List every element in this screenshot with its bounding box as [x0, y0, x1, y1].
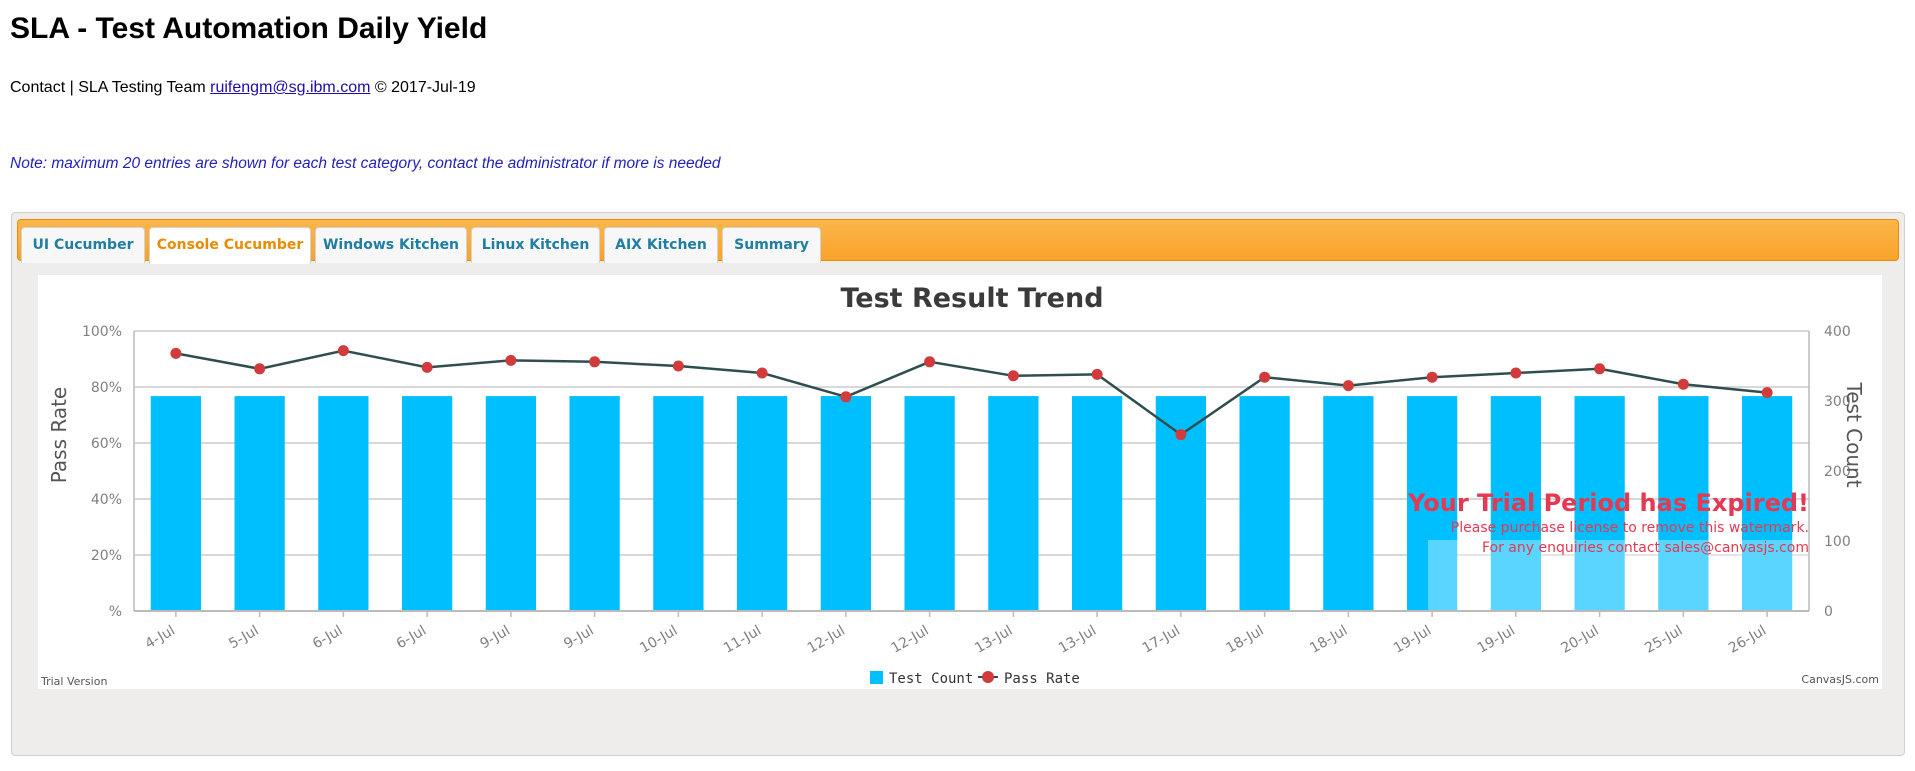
pass-rate-point: [672, 360, 684, 372]
y-tick-left: %: [109, 604, 122, 620]
x-tick-label: 13-Jul: [1056, 623, 1099, 657]
x-tick-label: 9-Jul: [561, 623, 596, 653]
y-tick-left: 20%: [91, 548, 122, 564]
pass-rate-point: [756, 367, 768, 379]
pass-rate-point: [1342, 380, 1354, 392]
watermark-line-1: Please purchase license to remove this w…: [1451, 520, 1809, 536]
pass-rate-point: [337, 345, 349, 357]
watermark-line-2: For any enquiries contact sales@canvasjs…: [1482, 540, 1809, 556]
x-tick-label: 9-Jul: [477, 623, 512, 653]
x-tick-label: 13-Jul: [972, 623, 1015, 657]
bar-test-count: [904, 396, 955, 611]
x-tick-label: 5-Jul: [226, 623, 261, 653]
bar-test-count: [569, 396, 620, 611]
page-title: SLA - Test Automation Daily Yield: [10, 12, 488, 45]
pass-rate-point: [1677, 378, 1689, 390]
canvasjs-credit[interactable]: CanvasJS.com: [1801, 673, 1879, 686]
y-tick-right: 400: [1824, 324, 1851, 340]
x-tick-label: 18-Jul: [1307, 623, 1350, 657]
x-tick-label: 10-Jul: [637, 623, 680, 657]
tab-ui-cucumber[interactable]: UI Cucumber: [21, 227, 145, 263]
x-tick-label: 18-Jul: [1224, 623, 1267, 657]
pass-rate-point: [1091, 368, 1103, 380]
y-tick-left: 100%: [82, 324, 122, 340]
y-tick-right: 100: [1824, 534, 1851, 550]
bar-test-count: [988, 396, 1039, 611]
y-tick-right: 0: [1824, 604, 1833, 620]
bar-test-count: [485, 396, 536, 611]
pass-rate-point: [421, 361, 433, 373]
x-tick-label: 25-Jul: [1642, 623, 1685, 657]
y-tick-left: 40%: [91, 492, 122, 508]
tab-bar: UI Cucumber Console Cucumber Windows Kit…: [17, 219, 1899, 264]
bar-test-count: [318, 396, 369, 611]
tab-summary[interactable]: Summary: [722, 227, 821, 263]
legend-pass-rate-marker: [982, 671, 994, 683]
y-axis-right-label: Test Count: [1842, 381, 1866, 487]
x-tick-label: 19-Jul: [1475, 623, 1518, 657]
x-tick-label: 6-Jul: [394, 623, 429, 653]
legend-test-count-swatch: [870, 671, 883, 684]
x-tick-label: 4-Jul: [142, 623, 177, 653]
bar-test-count: [737, 396, 788, 611]
x-tick-label: 12-Jul: [805, 623, 848, 657]
tab-linux-kitchen[interactable]: Linux Kitchen: [471, 227, 600, 263]
x-tick-label: 19-Jul: [1391, 623, 1434, 657]
y-axis-left-label: Pass Rate: [47, 387, 71, 483]
pass-rate-point: [924, 356, 936, 368]
bar-test-count: [234, 396, 285, 611]
x-tick-label: 26-Jul: [1726, 623, 1769, 657]
copyright-date: © 2017-Jul-19: [374, 79, 476, 96]
x-tick-label: 12-Jul: [889, 623, 932, 657]
tab-aix-kitchen[interactable]: AIX Kitchen: [604, 227, 718, 263]
bar-test-count: [820, 396, 871, 611]
pass-rate-point: [1259, 371, 1271, 383]
bar-test-count: [1072, 396, 1123, 611]
contact-prefix: Contact | SLA Testing Team: [10, 79, 206, 96]
pass-rate-point: [1761, 387, 1773, 399]
chart-title: Test Result Trend: [840, 283, 1103, 314]
x-tick-label: 17-Jul: [1140, 623, 1183, 657]
entries-note: Note: maximum 20 entries are shown for e…: [10, 155, 721, 172]
contact-email-link[interactable]: ruifengm@sg.ibm.com: [210, 79, 370, 96]
bar-test-count: [1323, 396, 1374, 611]
pass-rate-point: [589, 356, 601, 368]
bar-test-count: [1239, 396, 1290, 611]
bar-test-count: [1155, 396, 1206, 611]
y-tick-left: 60%: [91, 436, 122, 452]
pass-rate-point: [1175, 429, 1187, 441]
tab-windows-kitchen[interactable]: Windows Kitchen: [315, 227, 467, 263]
pass-rate-point: [1426, 371, 1438, 383]
x-tick-label: 11-Jul: [721, 623, 764, 657]
pass-rate-point: [170, 347, 182, 359]
watermark-title: Your Trial Period has Expired!: [1407, 489, 1809, 517]
x-tick-label: 20-Jul: [1559, 623, 1602, 657]
tab-console-cucumber[interactable]: Console Cucumber: [149, 227, 311, 264]
trial-version-label: Trial Version: [40, 675, 107, 688]
tabs-panel: UI Cucumber Console Cucumber Windows Kit…: [11, 212, 1905, 756]
pass-rate-point: [1007, 370, 1019, 382]
pass-rate-point: [505, 354, 517, 366]
legend-test-count-label: Test Count: [889, 671, 973, 687]
pass-rate-point: [840, 391, 852, 403]
legend-pass-rate-label: Pass Rate: [1004, 671, 1080, 687]
chart-area: % 20% 40% 60% 80% 100% 0 100 200 300 400 4-Jul 5-Jul…: [38, 275, 1882, 689]
x-tick-label: 6-Jul: [310, 623, 345, 653]
bar-test-count: [653, 396, 704, 611]
pass-rate-point: [1510, 367, 1522, 379]
bar-test-count: [402, 396, 453, 611]
test-result-trend-chart: %20%40%60%80%100%01002003004004-Jul 5-Jul…: [40, 283, 1879, 688]
bar-test-count: [150, 396, 201, 611]
y-tick-left: 80%: [91, 380, 122, 396]
pass-rate-point: [254, 363, 266, 375]
chart-legend: Test Count Pass Rate: [870, 671, 1080, 687]
contact-line: Contact | SLA Testing Team ruifengm@sg.i…: [10, 79, 476, 97]
pass-rate-point: [1594, 363, 1606, 375]
